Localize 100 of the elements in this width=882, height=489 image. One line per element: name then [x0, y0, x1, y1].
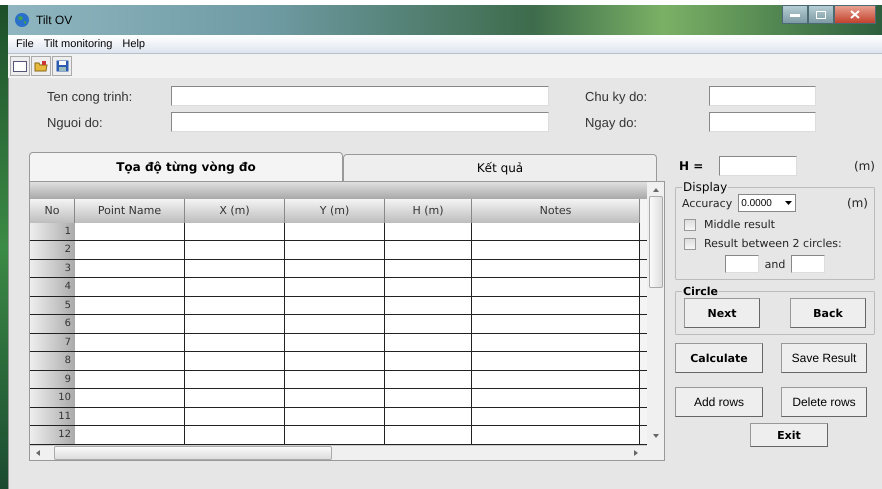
maximize-icon	[816, 10, 826, 18]
text-field[interactable]	[709, 112, 816, 132]
table-cell[interactable]	[75, 334, 185, 352]
table-cell[interactable]	[285, 370, 385, 388]
text-field[interactable]	[171, 112, 549, 132]
table-cell[interactable]	[285, 408, 385, 426]
table-cell[interactable]	[75, 241, 185, 259]
table-cell[interactable]	[385, 370, 472, 388]
table-cell[interactable]	[472, 426, 640, 444]
table-cell[interactable]	[385, 241, 472, 259]
table-cell[interactable]	[75, 389, 185, 407]
table-cell[interactable]	[185, 222, 285, 240]
checkbox[interactable]	[684, 218, 696, 230]
table-cell[interactable]	[75, 315, 185, 333]
table-cell[interactable]	[185, 389, 285, 407]
scroll-thumb[interactable]	[648, 196, 662, 288]
table-cell[interactable]	[385, 222, 472, 240]
table-cell[interactable]	[185, 408, 285, 426]
table-cell[interactable]	[185, 241, 285, 259]
text-field[interactable]	[171, 86, 549, 106]
table-cell[interactable]	[385, 408, 472, 426]
table-cell[interactable]	[185, 260, 285, 278]
action-button[interactable]: Calculate	[675, 343, 763, 373]
table-cell[interactable]	[385, 389, 472, 407]
table-cell[interactable]	[472, 260, 640, 278]
column-header[interactable]: Point Name	[75, 199, 185, 223]
table-cell[interactable]	[185, 296, 285, 314]
table-cell[interactable]	[185, 370, 285, 388]
table-cell[interactable]	[75, 260, 185, 278]
menu-item[interactable]: File	[11, 38, 39, 50]
table-cell[interactable]	[472, 370, 640, 388]
tab[interactable]: Tọa độ từng vòng đo	[29, 152, 343, 181]
action-button[interactable]: Add rows	[675, 387, 763, 417]
table-cell[interactable]	[185, 352, 285, 370]
action-button[interactable]: Delete rows	[781, 387, 867, 417]
table-cell[interactable]	[285, 241, 385, 259]
table-cell[interactable]	[472, 389, 640, 407]
horizontal-scrollbar[interactable]	[30, 444, 647, 460]
table-cell[interactable]	[285, 315, 385, 333]
table-cell[interactable]	[285, 426, 385, 444]
table-cell[interactable]	[185, 315, 285, 333]
column-header[interactable]: X (m)	[185, 199, 285, 223]
close-button[interactable]	[834, 5, 876, 24]
table-cell[interactable]	[385, 426, 472, 444]
table-cell[interactable]	[385, 260, 472, 278]
exit-button[interactable]: Exit	[750, 423, 828, 447]
table-cell[interactable]	[385, 334, 472, 352]
table-cell[interactable]	[385, 278, 472, 296]
table-cell[interactable]	[75, 426, 185, 444]
table-cell[interactable]	[75, 296, 185, 314]
table-cell[interactable]	[75, 408, 185, 426]
height-field[interactable]	[719, 156, 797, 176]
table-cell[interactable]	[285, 334, 385, 352]
table-cell[interactable]	[385, 352, 472, 370]
scroll-thumb[interactable]	[54, 446, 332, 460]
text-field[interactable]	[709, 86, 816, 106]
column-header[interactable]: Notes	[472, 199, 640, 223]
table-cell[interactable]	[472, 222, 640, 240]
table-cell[interactable]	[75, 352, 185, 370]
table-cell[interactable]	[75, 278, 185, 296]
column-header[interactable]: Y (m)	[285, 199, 385, 223]
right-arrow-icon	[633, 450, 639, 456]
table-cell[interactable]	[185, 426, 285, 444]
tab[interactable]: Kết quả	[343, 154, 657, 181]
action-button[interactable]: Save Result	[781, 343, 867, 373]
column-header[interactable]: H (m)	[385, 199, 472, 223]
circle-button[interactable]: Next	[684, 298, 760, 328]
table-cell[interactable]	[472, 278, 640, 296]
table-cell[interactable]	[185, 334, 285, 352]
table-cell[interactable]	[472, 315, 640, 333]
maximize-button[interactable]	[808, 5, 834, 24]
table-cell[interactable]	[472, 334, 640, 352]
table-cell[interactable]	[385, 296, 472, 314]
table-cell[interactable]	[185, 278, 285, 296]
circle-button[interactable]: Back	[790, 298, 866, 328]
menu-item[interactable]: Tilt monitoring	[38, 38, 118, 50]
column-header[interactable]: No	[30, 199, 75, 223]
checkbox[interactable]	[684, 238, 696, 250]
new-file-button[interactable]	[10, 56, 30, 76]
accuracy-dropdown[interactable]: 0.0000	[738, 194, 796, 212]
table-cell[interactable]	[472, 296, 640, 314]
table-cell[interactable]	[285, 260, 385, 278]
table-cell[interactable]	[472, 241, 640, 259]
table-cell[interactable]	[285, 296, 385, 314]
text-field[interactable]	[724, 255, 759, 273]
table-cell[interactable]	[285, 222, 385, 240]
menu-item[interactable]: Help	[117, 38, 150, 50]
table-cell[interactable]	[472, 408, 640, 426]
open-button[interactable]	[31, 56, 51, 76]
table-cell[interactable]	[285, 389, 385, 407]
table-cell[interactable]	[285, 352, 385, 370]
minimize-button[interactable]	[782, 5, 808, 24]
table-cell[interactable]	[385, 315, 472, 333]
save-button[interactable]	[52, 56, 72, 76]
table-cell[interactable]	[472, 352, 640, 370]
vertical-scrollbar[interactable]	[647, 182, 664, 460]
table-cell[interactable]	[285, 278, 385, 296]
table-cell[interactable]	[75, 222, 185, 240]
table-cell[interactable]	[75, 370, 185, 388]
text-field[interactable]	[791, 255, 826, 273]
